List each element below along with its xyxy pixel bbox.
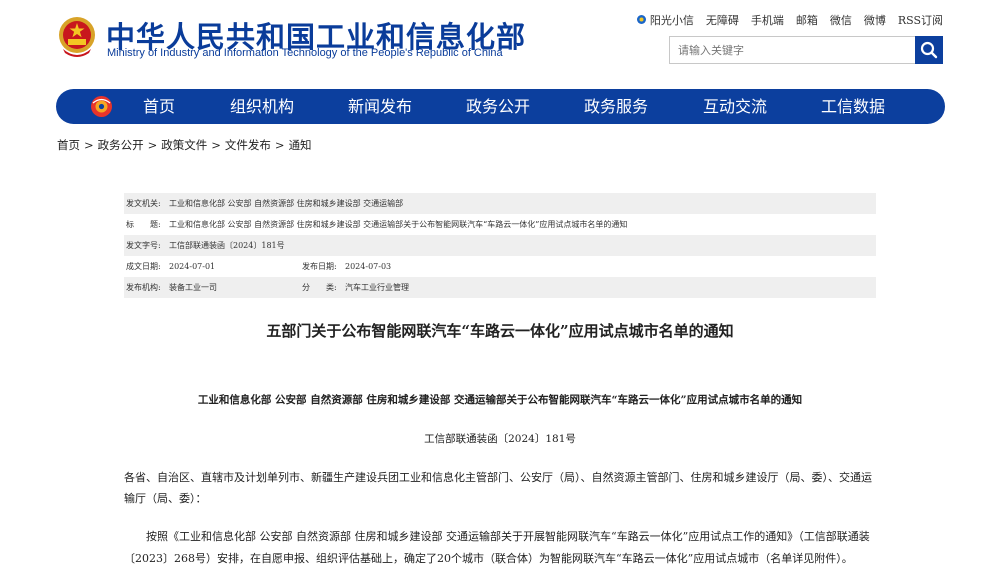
document-subtitle: 工业和信息化部 公安部 自然资源部 住房和城乡建设部 交通运输部关于公布智能网联… <box>197 394 803 406</box>
main-nav: 首页 组织机构 新闻发布 政务公开 政务服务 互动交流 工信数据 <box>56 89 945 124</box>
meta-issuer-label: 发文机关: <box>126 199 161 208</box>
breadcrumb-gov-affairs[interactable]: 政务公开 <box>98 138 144 152</box>
breadcrumb-release[interactable]: 文件发布 <box>225 138 271 152</box>
breadcrumb-separator: > <box>211 138 221 152</box>
nav-data[interactable]: 工信数据 <box>821 89 885 124</box>
national-emblem-icon <box>59 17 95 57</box>
breadcrumb-policy[interactable]: 政策文件 <box>161 138 207 152</box>
meta-org-value: 装备工业一司 <box>169 283 217 292</box>
top-link-mobile[interactable]: 手机端 <box>751 12 784 28</box>
nav-gov-affairs[interactable]: 政务公开 <box>466 89 530 124</box>
meta-org-label: 发布机构: <box>126 283 161 292</box>
meta-title-value: 工业和信息化部 公安部 自然资源部 住房和城乡建设部 交通运输部关于公布智能网联… <box>169 220 628 229</box>
search-button[interactable] <box>915 36 943 64</box>
site-header: 中华人民共和国工业和信息化部 Ministry of Industry and … <box>0 0 1000 88</box>
meta-row-org: 发布机构: 装备工业一司 分 类: 汽车工业行业管理 <box>124 277 876 298</box>
top-link-weibo[interactable]: 微博 <box>864 12 886 28</box>
document-title: 五部门关于公布智能网联汽车“车路云一体化”应用试点城市名单的通知 <box>266 322 734 340</box>
document-paragraph-body: 按照《工业和信息化部 公安部 自然资源部 住房和城乡建设部 交通运输部关于开展智… <box>124 530 870 565</box>
top-links: 阳光小信 无障碍 手机端 邮箱 微信 微博 RSS订阅 <box>636 12 943 28</box>
document-meta-table: 发文机关: 工业和信息化部 公安部 自然资源部 住房和城乡建设部 交通运输部 标… <box>124 193 876 298</box>
nav-gov-services[interactable]: 政务服务 <box>584 89 648 124</box>
meta-row-dates: 成文日期: 2024-07-01 发布日期: 2024-07-03 <box>124 256 876 277</box>
breadcrumb: 首页 > 政务公开 > 政策文件 > 文件发布 > 通知 <box>57 137 312 153</box>
breadcrumb-home[interactable]: 首页 <box>57 138 80 152</box>
breadcrumb-separator: > <box>274 138 285 152</box>
meta-category-value: 汽车工业行业管理 <box>345 283 409 292</box>
nav-news[interactable]: 新闻发布 <box>348 89 412 124</box>
site-subtitle: Ministry of Industry and Information Tec… <box>107 47 503 59</box>
search-box <box>669 36 943 64</box>
nav-organization[interactable]: 组织机构 <box>230 89 294 124</box>
meta-docno-value: 工信部联通装函〔2024〕181号 <box>169 241 285 250</box>
meta-created-label: 成文日期: <box>126 262 161 271</box>
top-link-mail[interactable]: 邮箱 <box>796 12 818 28</box>
document-number: 工信部联通装函〔2024〕181号 <box>424 433 576 445</box>
meta-published-label: 发布日期: <box>302 262 337 271</box>
meta-issuer-value: 工业和信息化部 公安部 自然资源部 住房和城乡建设部 交通运输部 <box>169 199 404 208</box>
nav-home[interactable]: 首页 <box>143 89 175 124</box>
meta-row-issuer: 发文机关: 工业和信息化部 公安部 自然资源部 住房和城乡建设部 交通运输部 <box>124 193 876 214</box>
ministry-logo-icon <box>91 96 112 117</box>
top-link-rss[interactable]: RSS订阅 <box>898 12 943 28</box>
meta-row-docno: 发文字号: 工信部联通装函〔2024〕181号 <box>124 235 876 256</box>
top-link-accessibility[interactable]: 无障碍 <box>706 12 739 28</box>
search-input[interactable] <box>670 37 914 63</box>
breadcrumb-notice[interactable]: 通知 <box>289 138 312 152</box>
meta-title-label: 标 题: <box>126 220 161 229</box>
top-link-sunshine[interactable]: 阳光小信 <box>636 12 694 28</box>
meta-docno-label: 发文字号: <box>126 241 161 250</box>
search-icon <box>920 41 938 59</box>
top-link-wechat[interactable]: 微信 <box>830 12 852 28</box>
meta-published-value: 2024-07-03 <box>345 262 392 271</box>
meta-created-value: 2024-07-01 <box>169 262 216 271</box>
meta-row-title: 标 题: 工业和信息化部 公安部 自然资源部 住房和城乡建设部 交通运输部关于公… <box>124 214 876 235</box>
sun-icon <box>636 15 646 24</box>
nav-interaction[interactable]: 互动交流 <box>703 89 767 124</box>
breadcrumb-separator: > <box>84 138 94 152</box>
breadcrumb-separator: > <box>147 138 158 152</box>
document-paragraph-addressees: 各省、自治区、直辖市及计划单列市、新疆生产建设兵团工业和信息化主管部门、公安厅（… <box>124 471 872 505</box>
meta-category-label: 分 类: <box>302 283 337 292</box>
